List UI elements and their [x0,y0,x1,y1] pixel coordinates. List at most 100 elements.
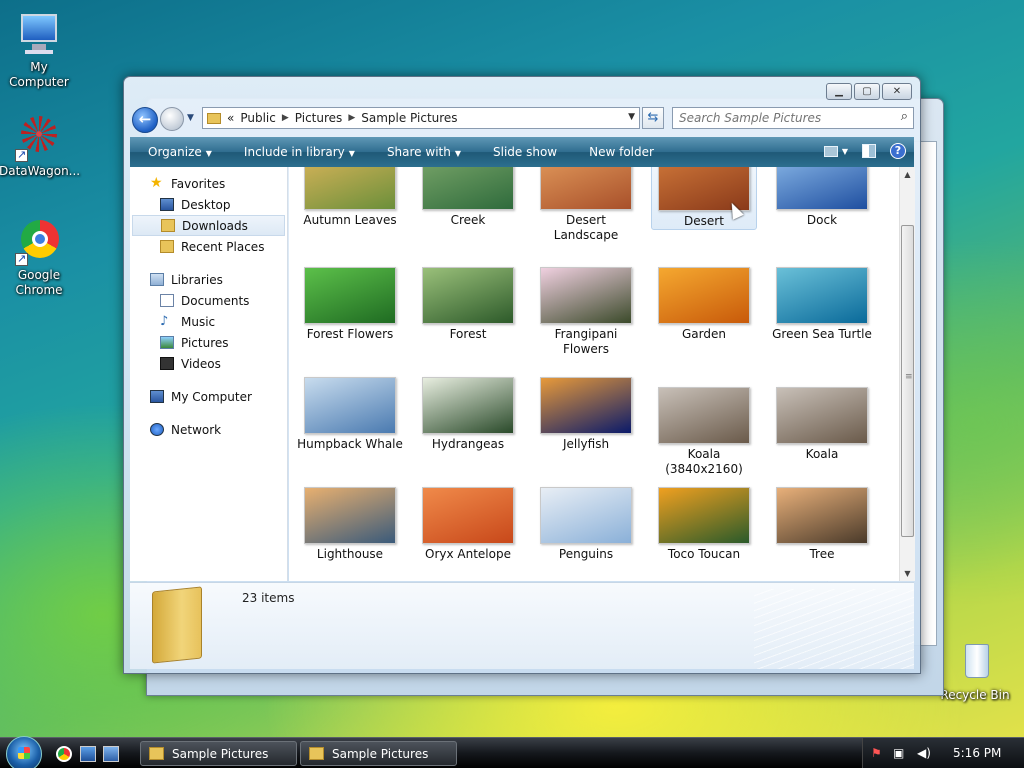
nav-desktop[interactable]: Desktop [130,194,287,215]
show-desktop-icon[interactable] [80,746,96,762]
scroll-thumb[interactable]: ≡ [901,225,914,537]
address-dropdown-icon[interactable]: ▼ [628,112,635,122]
maximize-button[interactable]: ▢ [854,83,880,100]
taskbar-button-sample-pictures-2[interactable]: Sample Pictures [300,741,457,766]
recent-pages-dropdown[interactable]: ▼ [187,113,194,123]
file-item[interactable]: Humpback Whale [297,377,403,452]
desktop-icon-recycle-bin[interactable]: Recycle Bin [935,638,1015,703]
back-button[interactable]: ← [132,107,158,133]
desktop-icon-my-computer[interactable]: My Computer [0,10,79,90]
chevron-right-icon[interactable]: ▶ [348,113,355,123]
flag-icon[interactable]: ⚑ [871,747,885,760]
file-item[interactable]: Toco Toucan [651,487,757,562]
file-item[interactable]: Green Sea Turtle [769,267,875,342]
file-name: Garden [682,327,726,341]
file-item[interactable]: Desert [651,167,757,230]
nav-downloads[interactable]: Downloads [132,215,285,236]
new-folder-button[interactable]: New folder [571,145,668,159]
file-item[interactable]: Dock [769,167,875,228]
breadcrumb-sample-pictures[interactable]: Sample Pictures [361,111,457,125]
desktop-icon-label: Recycle Bin [940,688,1010,702]
file-item[interactable]: Desert Landscape [533,167,639,243]
address-field[interactable]: « Public ▶ Pictures ▶ Sample Pictures ▼ [202,107,640,129]
file-item[interactable]: Forest [415,267,521,342]
pictures-icon [160,336,174,349]
image-thumbnail [422,377,514,434]
chevron-down-icon[interactable]: ▼ [842,147,848,156]
nav-label: Music [181,314,216,329]
taskbar-button-label: Sample Pictures [332,746,429,761]
help-icon[interactable]: ? [890,143,906,159]
nav-label: Favorites [171,176,226,191]
refresh-button[interactable]: ⇆ [642,107,664,129]
breadcrumb-overflow[interactable]: « [227,111,234,125]
nav-recent-places[interactable]: Recent Places [130,236,287,257]
chevron-right-icon[interactable]: ▶ [282,113,289,123]
nav-libraries[interactable]: Libraries [130,269,287,290]
explorer-window[interactable]: ▁ ▢ ✕ ← ▼ « Public ▶ Pictures ▶ Sample P… [123,76,921,674]
computer-icon [15,10,63,58]
slide-show-button[interactable]: Slide show [475,145,571,159]
nav-network[interactable]: Network [130,419,287,440]
nav-favorites[interactable]: ★ Favorites [130,173,287,194]
desktop-icon-google-chrome[interactable]: Google Chrome [0,218,79,298]
file-item[interactable]: Creek [415,167,521,228]
image-thumbnail [540,167,632,210]
file-name: Penguins [558,547,614,561]
nav-pictures[interactable]: Pictures [130,332,287,353]
folder-icon [207,112,221,124]
file-item[interactable]: Hydrangeas [415,377,521,452]
search-icon[interactable]: ⌕ [901,109,908,124]
nav-my-computer[interactable]: My Computer [130,386,287,407]
file-item[interactable]: Forest Flowers [297,267,403,342]
search-input[interactable] [673,108,883,128]
change-view-icon[interactable] [823,145,838,157]
chrome-icon [15,218,63,266]
file-item[interactable]: Frangipani Flowers [533,267,639,357]
file-item[interactable]: Lighthouse [297,487,403,562]
nav-music[interactable]: ♪ Music [130,311,287,332]
taskbar-button-sample-pictures-1[interactable]: Sample Pictures [140,741,297,766]
nav-videos[interactable]: Videos [130,353,287,374]
file-item[interactable]: Garden [651,267,757,342]
file-item[interactable]: Jellyfish [533,377,639,452]
file-item[interactable]: Koala [769,377,875,462]
network-status-icon[interactable]: ▣ [893,747,907,760]
nav-label: My Computer [171,389,252,404]
close-button[interactable]: ✕ [882,83,912,100]
nav-label: Downloads [182,218,248,233]
clock[interactable]: 5:16 PM [953,746,1001,760]
recent-places-icon [160,240,174,253]
organize-button[interactable]: Organize ▼ [130,145,226,159]
vertical-scrollbar[interactable]: ▲ ≡ ▼ [899,167,915,581]
switch-windows-icon[interactable] [103,746,119,762]
forward-button[interactable] [160,107,184,131]
search-box[interactable]: ⌕ [672,107,914,129]
desktop-icon-datawagon[interactable]: DataWagon... [0,114,80,179]
image-thumbnail [422,487,514,544]
file-item[interactable]: Penguins [533,487,639,562]
nav-label: Recent Places [181,239,265,254]
file-list[interactable]: Autumn Leaves Creek Desert Landscape Desert… [289,167,899,581]
file-name: Jellyfish [562,437,610,451]
breadcrumb-pictures[interactable]: Pictures [295,111,343,125]
volume-icon[interactable]: ◀) [917,747,931,760]
preview-pane-icon[interactable] [862,144,876,158]
chrome-quicklaunch-icon[interactable] [56,746,72,762]
scroll-up-arrow-icon[interactable]: ▲ [900,167,915,182]
nav-label: Pictures [181,335,229,350]
file-item[interactable]: Tree [769,487,875,562]
include-in-library-button[interactable]: Include in library ▼ [226,145,369,159]
breadcrumb-public[interactable]: Public [240,111,276,125]
scroll-down-arrow-icon[interactable]: ▼ [900,566,915,581]
file-item[interactable]: Koala (3840x2160) [651,377,757,477]
file-item[interactable]: Oryx Antelope [415,487,521,562]
taskbar-button-label: Sample Pictures [172,746,269,761]
share-with-button[interactable]: Share with ▼ [369,145,475,159]
minimize-button[interactable]: ▁ [826,83,852,100]
desktop-icon [160,198,174,211]
start-button[interactable] [6,736,42,768]
nav-documents[interactable]: Documents [130,290,287,311]
file-name: Autumn Leaves [303,213,397,227]
file-item[interactable]: Autumn Leaves [297,167,403,228]
